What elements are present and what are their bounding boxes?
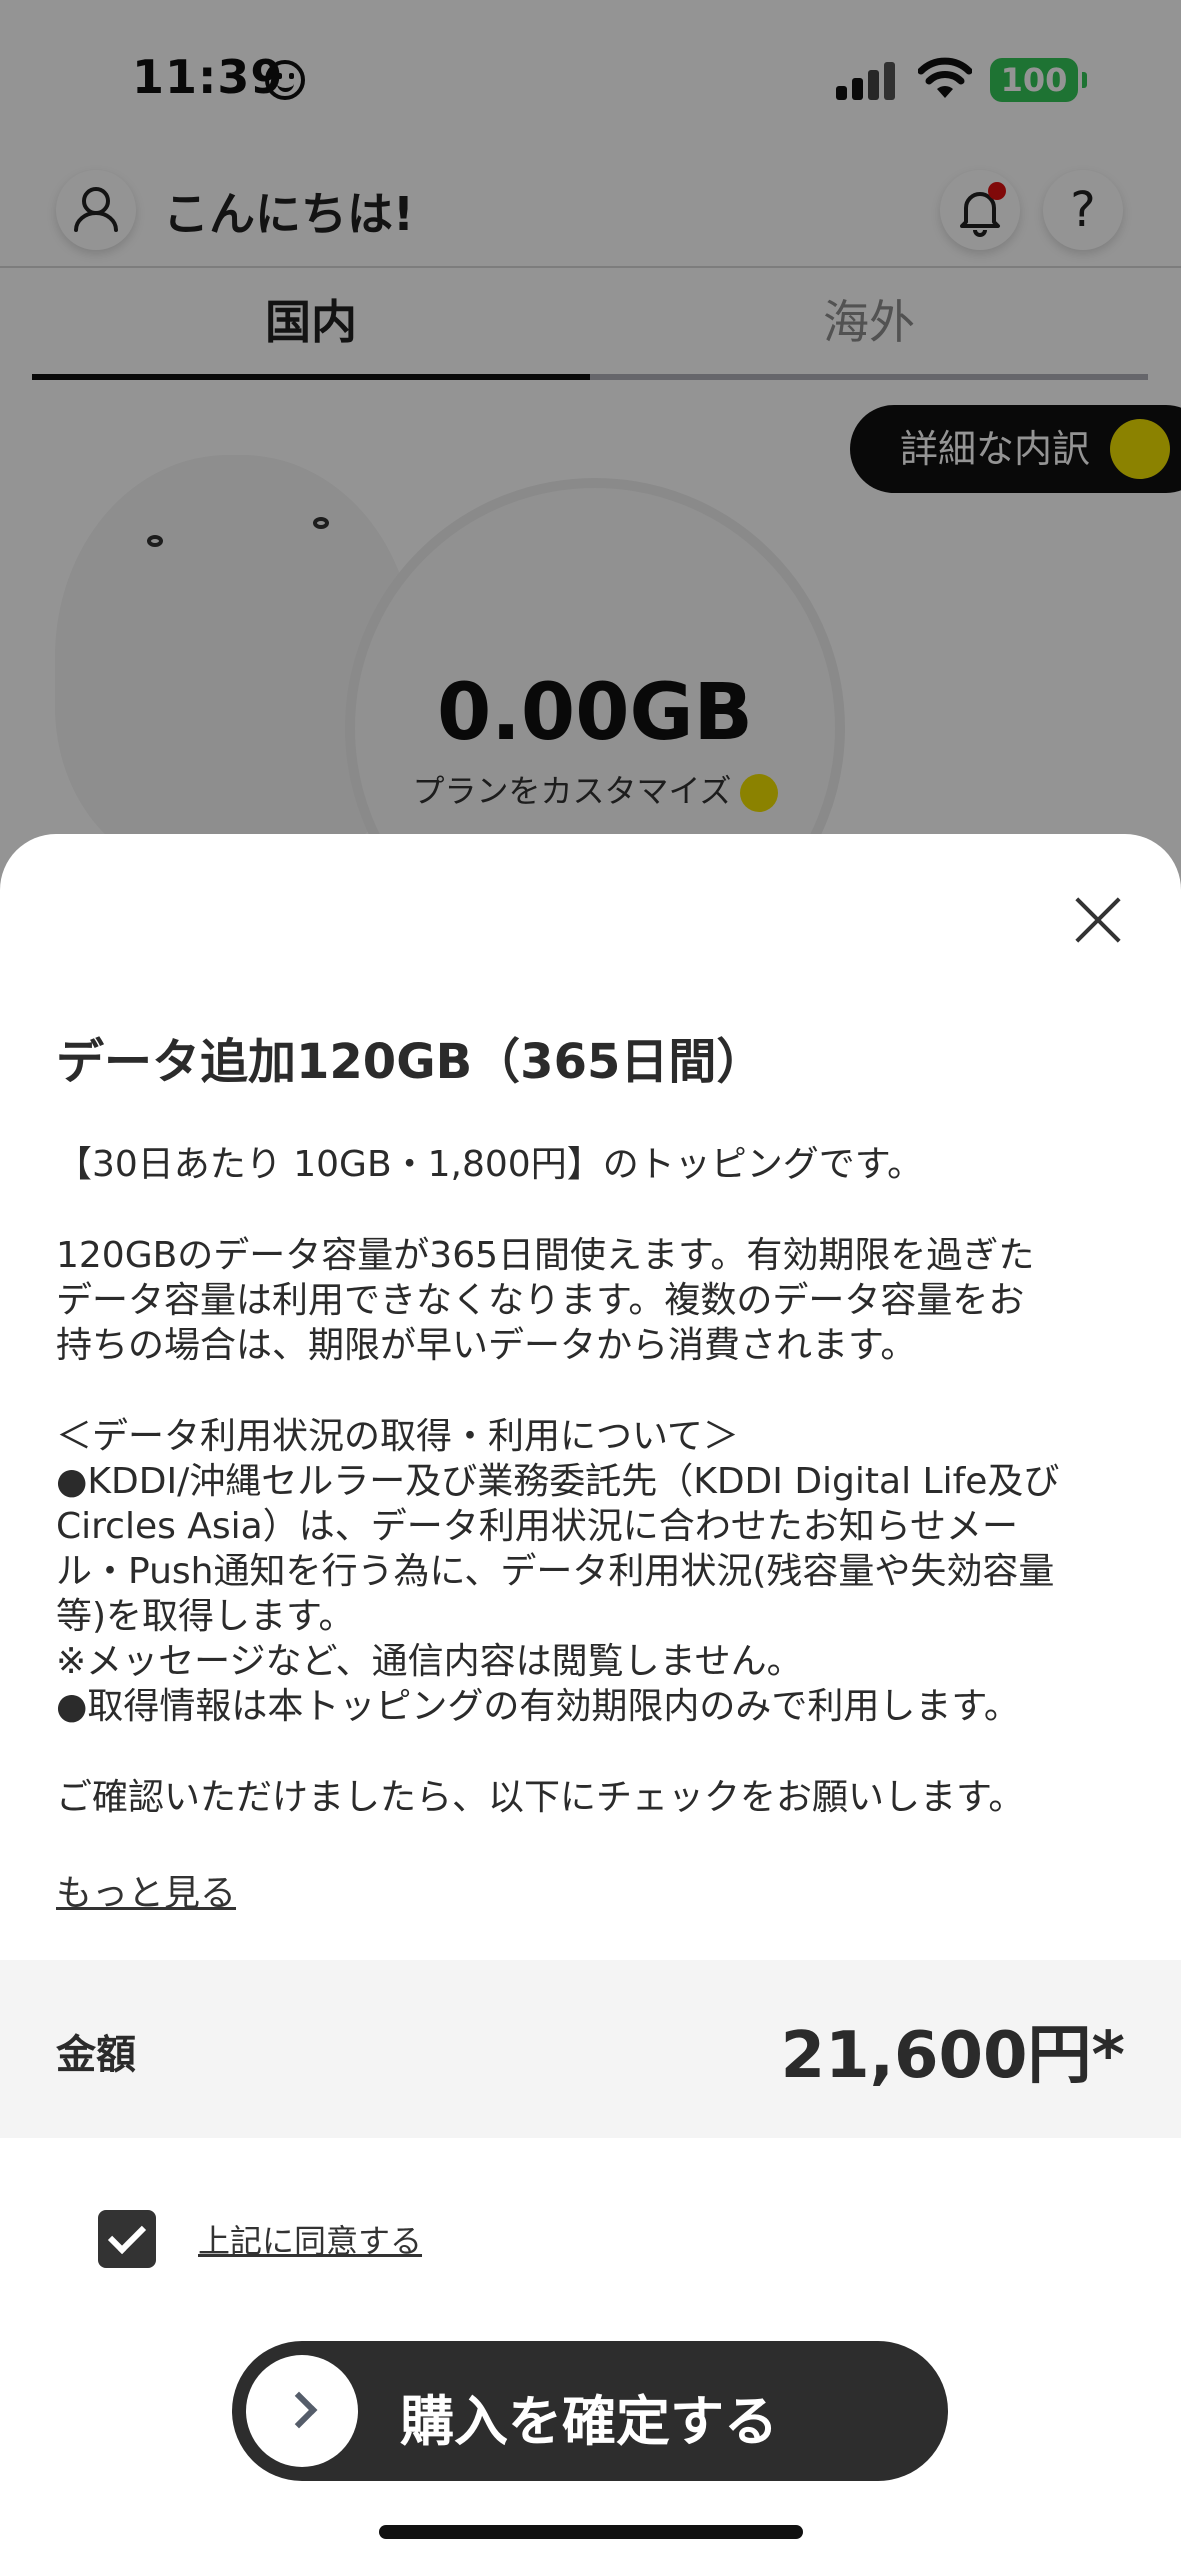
- chevron-right-icon: [280, 2391, 318, 2429]
- confirm-arrow-badge: [246, 2355, 358, 2467]
- description-paragraph: ご確認いただけましたら、以下にチェックをお願いします。: [56, 1777, 1025, 1818]
- confirm-purchase-label: 購入を確定する: [400, 2390, 778, 2453]
- agree-checkbox[interactable]: [98, 2210, 156, 2268]
- description-paragraph: ＜データ利用状況の取得・利用について＞ ●KDDI/沖縄セルラー及び業務委託先（…: [56, 1416, 1060, 1727]
- price-row: 金額 21,600円*: [0, 1960, 1181, 2138]
- price-value: 21,600円*: [780, 2019, 1125, 2093]
- price-label: 金額: [56, 2032, 136, 2078]
- home-indicator: [379, 2525, 803, 2539]
- description-paragraph: 【30日あたり 10GB・1,800円】のトッピングです。: [56, 1144, 924, 1185]
- description-paragraph: 120GBのデータ容量が365日間使えます。有効期限を過ぎた データ容量は利用で…: [56, 1235, 1035, 1366]
- description: 【30日あたり 10GB・1,800円】のトッピングです。 120GBのデータ容…: [56, 1142, 1136, 1820]
- purchase-sheet: データ追加120GB（365日間） 【30日あたり 10GB・1,800円】のト…: [0, 834, 1181, 2560]
- agree-label[interactable]: 上記に同意する: [198, 2216, 422, 2262]
- sheet-title: データ追加120GB（365日間）: [56, 1034, 765, 1090]
- show-more-link[interactable]: もっと見る: [56, 1864, 236, 1916]
- close-icon[interactable]: [1070, 892, 1126, 948]
- confirm-purchase-button[interactable]: 購入を確定する: [232, 2341, 948, 2481]
